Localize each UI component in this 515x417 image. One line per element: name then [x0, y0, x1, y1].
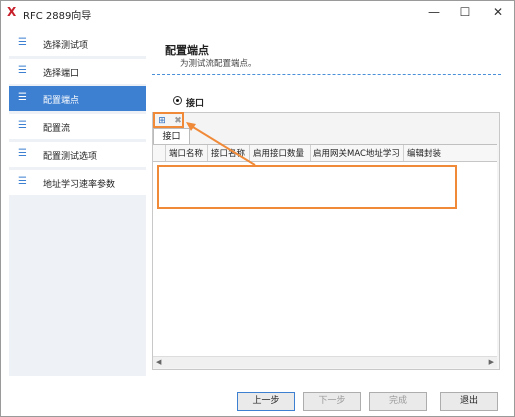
previous-button[interactable]: 上一步: [237, 392, 295, 411]
annotation-arrow: [186, 122, 256, 166]
finish-button[interactable]: 完成: [369, 392, 427, 411]
next-button[interactable]: 下一步: [303, 392, 361, 411]
exit-button[interactable]: 退出: [440, 392, 498, 411]
